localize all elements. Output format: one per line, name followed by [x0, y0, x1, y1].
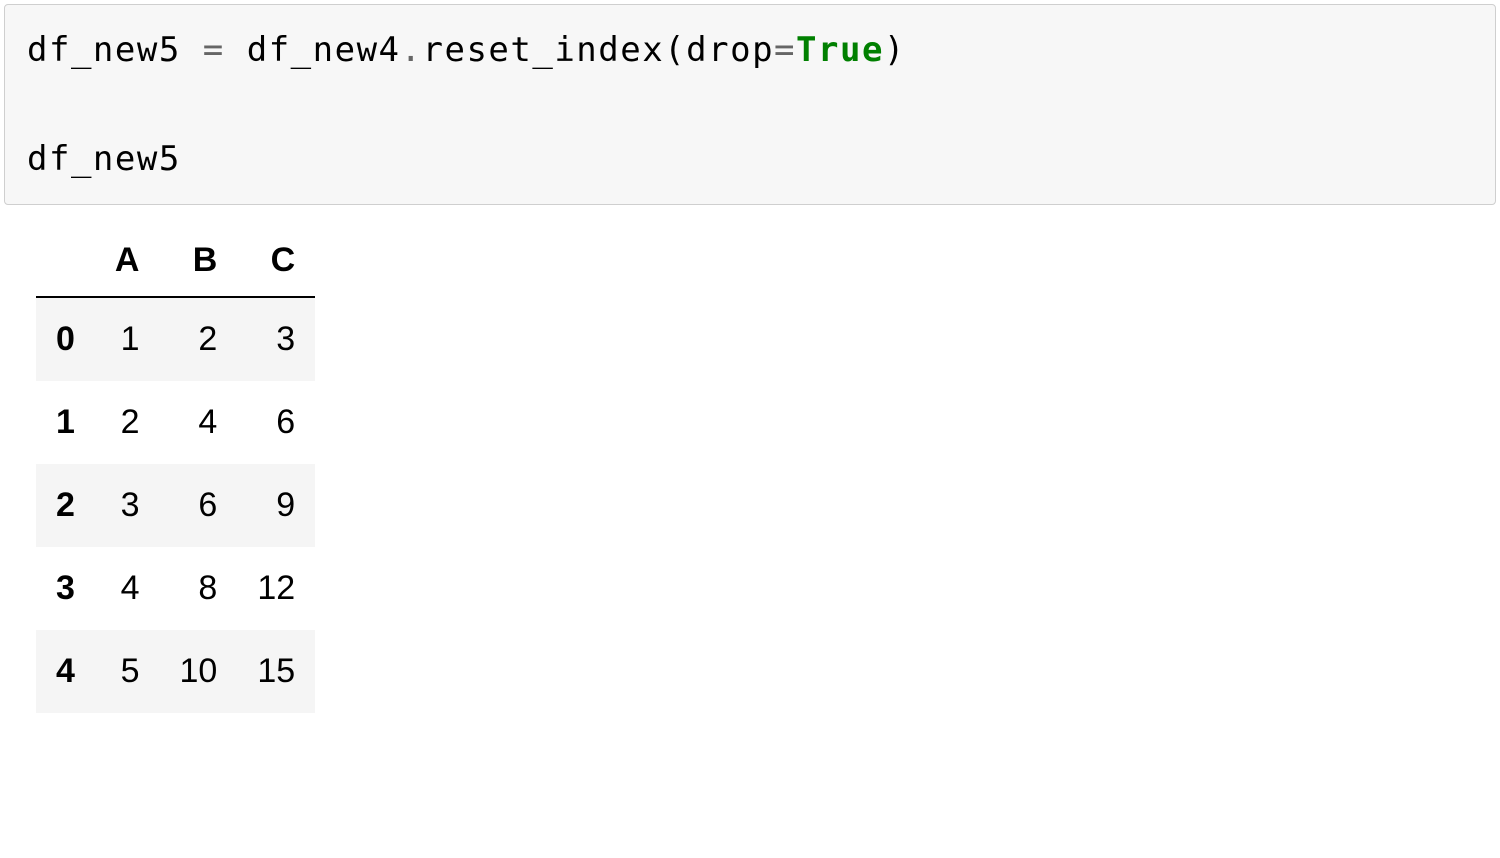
table-cell: 2 — [159, 297, 237, 381]
table-cell: 1 — [95, 297, 160, 381]
code-arg-name: drop — [686, 30, 774, 70]
code-paren: ) — [884, 30, 906, 70]
code-var: df_new5 — [27, 30, 181, 70]
table-row: 4 5 10 15 — [36, 630, 315, 713]
table-cell: 2 — [95, 381, 160, 464]
table-cell: 8 — [159, 547, 237, 630]
table-index-header — [36, 225, 95, 297]
table-row: 2 3 6 9 — [36, 464, 315, 547]
code-paren: ( — [664, 30, 686, 70]
table-cell: 12 — [237, 547, 315, 630]
code-arg-eq: = — [774, 30, 796, 70]
table-row: 3 4 8 12 — [36, 547, 315, 630]
table-row-index: 4 — [36, 630, 95, 713]
table-cell: 3 — [95, 464, 160, 547]
table-column-header: A — [95, 225, 160, 297]
table-row-index: 1 — [36, 381, 95, 464]
table-row-index: 3 — [36, 547, 95, 630]
table-cell: 4 — [95, 547, 160, 630]
code-method: reset_index — [423, 30, 665, 70]
table-cell: 9 — [237, 464, 315, 547]
table-cell: 6 — [159, 464, 237, 547]
table-column-header: B — [159, 225, 237, 297]
code-var: df_new5 — [27, 139, 181, 179]
code-var: df_new4 — [247, 30, 401, 70]
table-row-index: 0 — [36, 297, 95, 381]
table-cell: 10 — [159, 630, 237, 713]
code-dot: . — [401, 30, 423, 70]
table-cell: 4 — [159, 381, 237, 464]
output-area: A B C 0 1 2 3 1 2 4 6 2 3 6 9 — [0, 205, 1500, 723]
table-row-index: 2 — [36, 464, 95, 547]
code-keyword-true: True — [796, 30, 884, 70]
table-column-header: C — [237, 225, 315, 297]
code-input-cell[interactable]: df_new5 = df_new4.reset_index(drop=True)… — [4, 4, 1496, 205]
table-row: 0 1 2 3 — [36, 297, 315, 381]
table-cell: 3 — [237, 297, 315, 381]
dataframe-table: A B C 0 1 2 3 1 2 4 6 2 3 6 9 — [36, 225, 315, 713]
table-cell: 6 — [237, 381, 315, 464]
table-cell: 5 — [95, 630, 160, 713]
table-cell: 15 — [237, 630, 315, 713]
table-row: 1 2 4 6 — [36, 381, 315, 464]
code-operator: = — [181, 30, 247, 70]
